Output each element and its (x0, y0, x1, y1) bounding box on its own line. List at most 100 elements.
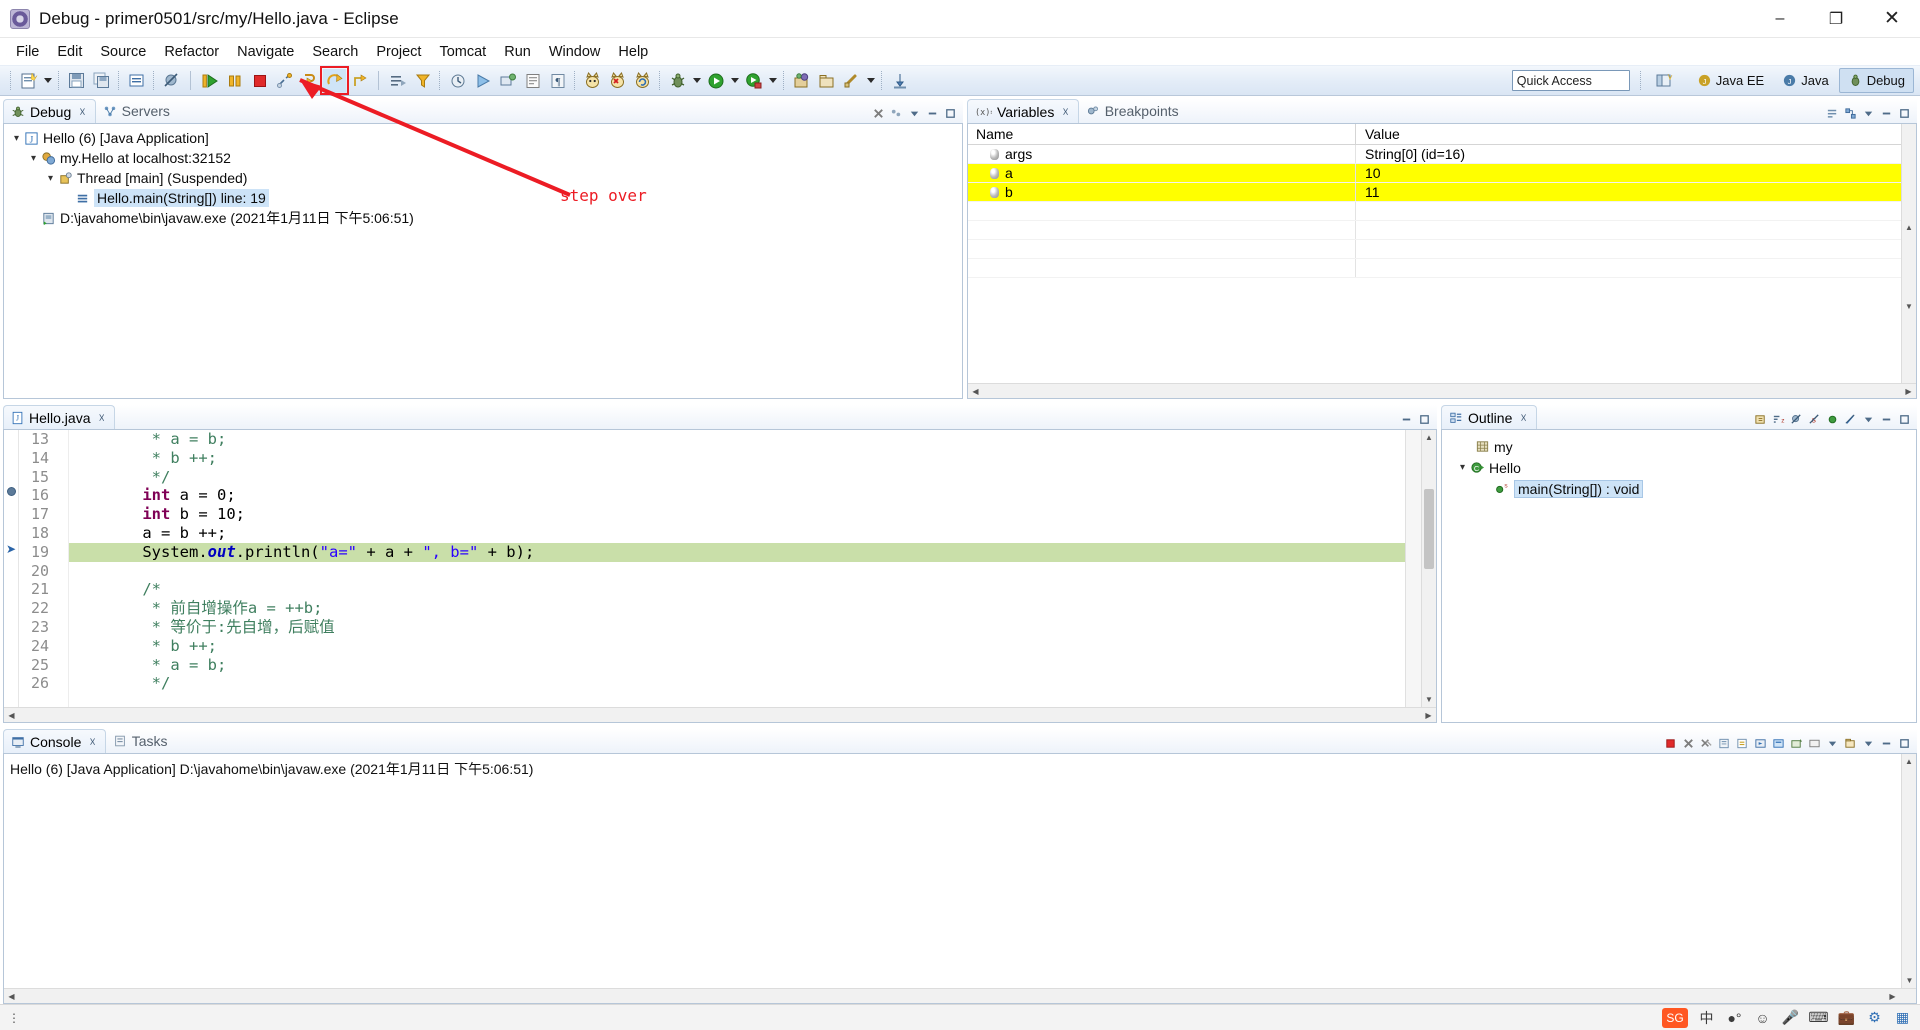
new-java-project-icon[interactable] (790, 69, 813, 92)
new-wizard-dropdown-icon[interactable] (41, 69, 54, 92)
export-icon[interactable] (888, 69, 911, 92)
console-vertical-scrollbar[interactable]: ▲ ▼ (1901, 754, 1916, 1003)
toggle-comment-icon[interactable] (125, 69, 148, 92)
run-as-server-icon[interactable] (742, 69, 765, 92)
breakpoint-icon[interactable] (7, 487, 16, 496)
editor-marker-bar[interactable]: ➤ (4, 430, 19, 707)
ime-logo[interactable]: SG (1662, 1007, 1688, 1028)
view-menu-icon[interactable] (1861, 412, 1876, 427)
save-icon[interactable] (65, 69, 88, 92)
debug-dropdown-icon[interactable] (690, 69, 703, 92)
perspective-debug[interactable]: Debug (1838, 68, 1914, 93)
tree-row-process[interactable]: D:\javahome\bin\javaw.exe (2021年1月11日 下午… (10, 208, 962, 228)
scroll-thumb[interactable] (1424, 489, 1434, 569)
maximize-view-icon[interactable] (1897, 106, 1912, 121)
step-return-icon[interactable] (348, 69, 371, 92)
new-console-view-icon[interactable] (1843, 736, 1858, 751)
menu-source[interactable]: Source (91, 41, 155, 63)
outline-item-method[interactable]: s main(String[]) : void (1450, 478, 1916, 499)
show-logical-structure-icon[interactable] (1843, 106, 1858, 121)
view-menu-dots-icon[interactable] (889, 106, 904, 121)
minimize-view-icon[interactable] (1879, 106, 1894, 121)
maximize-button[interactable]: ❐ (1808, 0, 1864, 38)
remove-all-launches-icon[interactable] (1699, 736, 1714, 751)
display-selected-console-icon[interactable] (1807, 736, 1822, 751)
hide-static-icon[interactable]: s (1807, 412, 1822, 427)
quick-access-input[interactable]: Quick Access (1511, 70, 1630, 91)
console-horizontal-scrollbar[interactable]: ◀ ▶ (4, 988, 1916, 1003)
scroll-right-icon[interactable]: ▶ (1421, 708, 1436, 723)
column-header-value[interactable]: Value (1356, 124, 1916, 144)
pilcrow-icon[interactable]: ¶ (546, 69, 569, 92)
step-into-icon[interactable] (298, 69, 321, 92)
tab-servers[interactable]: Servers (96, 99, 179, 123)
book-icon[interactable] (521, 69, 544, 92)
tomcat-stop-icon[interactable] (606, 69, 629, 92)
tree-row-launch[interactable]: ▾ J Hello (6) [Java Application] (10, 128, 962, 148)
collapse-all-icon[interactable] (1825, 106, 1840, 121)
debug-tree-body[interactable]: ▾ J Hello (6) [Java Application] ▾ my.He… (3, 123, 963, 399)
editor-horizontal-scrollbar[interactable]: ◀ ▶ (4, 707, 1436, 722)
tab-debug-close-icon[interactable]: ☓ (79, 105, 85, 119)
skip-breakpoints-icon[interactable] (160, 69, 183, 92)
pin-console-icon[interactable] (1771, 736, 1786, 751)
resume-icon[interactable] (198, 69, 221, 92)
menu-project[interactable]: Project (367, 41, 430, 63)
tree-row-stackframe[interactable]: Hello.main(String[]) line: 19 (10, 188, 962, 208)
run-icon[interactable] (704, 69, 727, 92)
menu-edit[interactable]: Edit (48, 41, 91, 63)
menu-file[interactable]: File (7, 41, 48, 63)
close-button[interactable]: ✕ (1864, 0, 1920, 38)
save-all-icon[interactable] (90, 69, 113, 92)
open-console-icon[interactable] (1789, 736, 1804, 751)
console-dropdown-icon[interactable] (1825, 736, 1840, 751)
view-menu-icon[interactable] (907, 106, 922, 121)
editor-folding-bar[interactable] (55, 430, 69, 707)
perspective-java-ee[interactable]: J Java EE (1689, 68, 1772, 93)
scroll-right-icon[interactable]: ▶ (1901, 384, 1916, 399)
focus-on-active-task-icon[interactable] (1753, 412, 1768, 427)
disconnect-icon[interactable] (273, 69, 296, 92)
sort-icon[interactable]: z (1771, 412, 1786, 427)
keyboard-mode-icon[interactable]: ●° (1725, 1008, 1744, 1027)
suspend-icon[interactable] (223, 69, 246, 92)
editor-vertical-scrollbar[interactable]: ▲ ▼ (1421, 430, 1436, 707)
minimize-view-icon[interactable] (925, 106, 940, 121)
expander-icon[interactable]: ▾ (1456, 462, 1469, 473)
ime-mode-label[interactable]: 中 (1697, 1008, 1716, 1027)
remove-launch-icon[interactable] (1681, 736, 1696, 751)
remove-terminated-icon[interactable] (871, 106, 886, 121)
tab-variables-close-icon[interactable]: ☓ (1062, 105, 1068, 119)
variables-horizontal-scrollbar[interactable]: ◀ ▶ (968, 383, 1916, 398)
maximize-view-icon[interactable] (943, 106, 958, 121)
new-package-icon[interactable] (815, 69, 838, 92)
run-last-tool-icon[interactable] (471, 69, 494, 92)
tab-hello-java-close-icon[interactable]: ☓ (98, 411, 104, 425)
tab-outline-close-icon[interactable]: ☓ (1520, 411, 1526, 425)
perspective-java[interactable]: J Java (1774, 68, 1836, 93)
voice-input-icon[interactable]: 🎤 (1781, 1008, 1800, 1027)
maximize-view-icon[interactable] (1897, 736, 1912, 751)
tomcat-start-icon[interactable] (581, 69, 604, 92)
console-body[interactable]: Hello (6) [Java Application] D:\javahome… (3, 753, 1917, 1004)
minimize-view-icon[interactable] (1879, 736, 1894, 751)
variables-vertical-scrollbar[interactable]: ▲ ▼ (1901, 124, 1916, 398)
expander-icon[interactable]: ▾ (10, 133, 23, 144)
scroll-left-icon[interactable]: ◀ (968, 384, 983, 399)
step-over-icon[interactable] (320, 66, 349, 95)
menu-run[interactable]: Run (495, 41, 540, 63)
menu-window[interactable]: Window (540, 41, 610, 63)
menu-navigate[interactable]: Navigate (228, 41, 303, 63)
expander-icon[interactable]: ▾ (44, 173, 57, 184)
tab-hello-java[interactable]: J Hello.java ☓ (3, 405, 115, 429)
new-class-dropdown-icon[interactable] (864, 69, 877, 92)
view-menu-icon[interactable] (1861, 106, 1876, 121)
step-filters-icon[interactable] (411, 69, 434, 92)
tab-debug[interactable]: Debug ☓ (3, 99, 96, 123)
new-wizard-icon[interactable] (17, 69, 40, 92)
tab-tasks[interactable]: Tasks (106, 729, 177, 753)
expander-icon[interactable]: ▾ (27, 153, 40, 164)
scroll-lock-icon[interactable] (1735, 736, 1750, 751)
terminate-icon[interactable] (248, 69, 271, 92)
external-tools-icon[interactable] (496, 69, 519, 92)
